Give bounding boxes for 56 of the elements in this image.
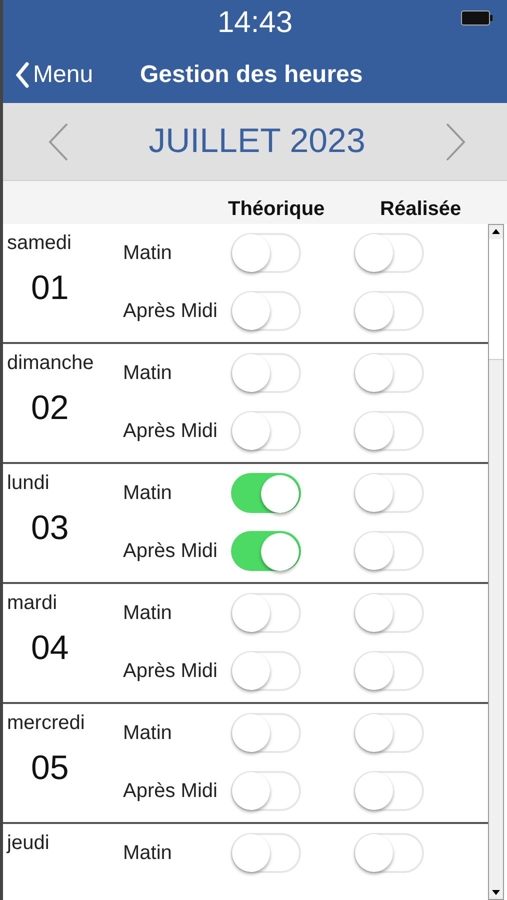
chevron-left-icon: [15, 62, 29, 88]
toggle-switch[interactable]: [354, 771, 424, 811]
day-number: 01: [31, 269, 70, 308]
toggle-switch[interactable]: [354, 233, 424, 273]
slot-label: Matin: [123, 722, 173, 744]
slot-label: Matin: [123, 362, 173, 384]
toggle-switch[interactable]: [231, 593, 301, 633]
toggle-switch[interactable]: [354, 353, 424, 393]
scrollbar[interactable]: [488, 224, 504, 900]
slot-label: Après Midi: [123, 660, 218, 682]
day-name: jeudi: [7, 832, 50, 855]
toggle-switch[interactable]: [354, 713, 424, 753]
toggle-switch[interactable]: [354, 531, 424, 571]
day-number: 04: [31, 629, 70, 668]
status-time: 14:43: [217, 6, 293, 40]
month-label: JUILLET 2023: [148, 122, 366, 161]
slot-label: Après Midi: [123, 300, 218, 322]
next-month-button[interactable]: [444, 122, 467, 162]
toggle-switch[interactable]: [354, 833, 424, 873]
back-button[interactable]: Menu: [15, 60, 140, 88]
toggle-switch[interactable]: [354, 473, 424, 513]
toggle-switch[interactable]: [231, 411, 301, 451]
toggle-switch[interactable]: [231, 233, 301, 273]
toggle-switch[interactable]: [231, 353, 301, 393]
slot-label: Matin: [123, 242, 173, 264]
day-name: dimanche: [7, 352, 95, 375]
day-number: 02: [31, 389, 70, 428]
toggle-switch[interactable]: [231, 473, 301, 513]
day-name: mercredi: [7, 712, 86, 735]
toggle-switch[interactable]: [354, 651, 424, 691]
slot-label: Matin: [123, 482, 173, 504]
day-number: 05: [31, 749, 70, 788]
day-name: lundi: [7, 472, 50, 495]
previous-month-button[interactable]: [47, 122, 69, 162]
slot-label: Matin: [123, 842, 173, 864]
toggle-switch[interactable]: [231, 531, 301, 571]
column-header: Théorique: [228, 198, 325, 221]
day-number: 03: [31, 509, 70, 548]
toggle-switch[interactable]: [231, 713, 301, 753]
slot-label: Après Midi: [123, 540, 218, 562]
toggle-switch[interactable]: [231, 833, 301, 873]
slot-label: Après Midi: [123, 420, 218, 442]
slot-label: Matin: [123, 602, 173, 624]
toggle-switch[interactable]: [354, 411, 424, 451]
toggle-switch[interactable]: [354, 291, 424, 331]
toggle-switch[interactable]: [354, 593, 424, 633]
toggle-switch[interactable]: [231, 771, 301, 811]
toggle-switch[interactable]: [231, 291, 301, 331]
day-name: samedi: [7, 232, 72, 255]
slot-label: Après Midi: [123, 780, 218, 802]
toggle-switch[interactable]: [231, 651, 301, 691]
battery-icon: [461, 10, 493, 26]
column-header: Réalisée: [380, 198, 462, 221]
page-title: Gestion des heures: [140, 60, 363, 88]
scroll-thumb[interactable]: [489, 239, 503, 360]
day-name: mardi: [7, 592, 58, 615]
